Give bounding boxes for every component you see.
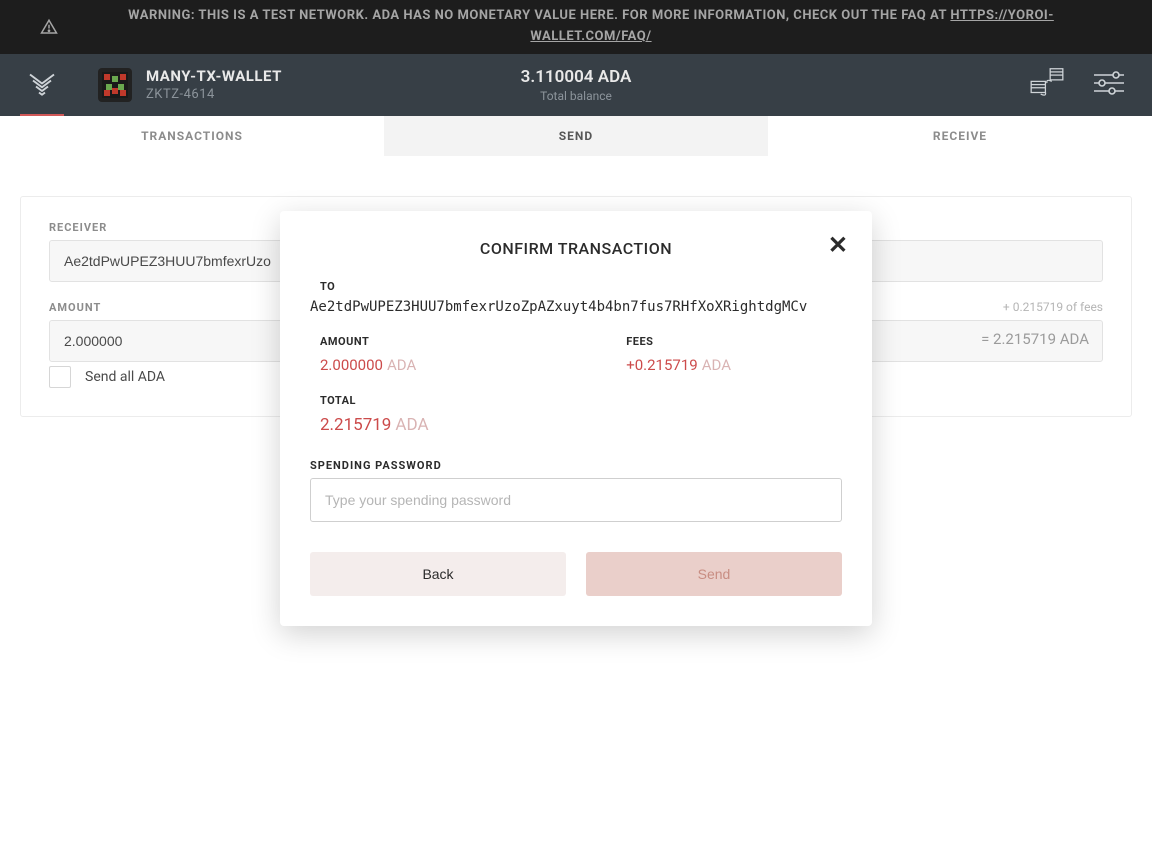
back-button[interactable]: Back bbox=[310, 552, 566, 596]
spending-password-input[interactable] bbox=[310, 478, 842, 522]
modal-total-number: 2.215719 bbox=[320, 415, 391, 435]
modal-backdrop: CONFIRM TRANSACTION ✕ TO Ae2tdPwUPEZ3HUU… bbox=[0, 0, 1152, 847]
modal-total-currency: ADA bbox=[395, 415, 428, 435]
confirm-transaction-modal: CONFIRM TRANSACTION ✕ TO Ae2tdPwUPEZ3HUU… bbox=[280, 211, 872, 626]
modal-to-value: Ae2tdPwUPEZ3HUU7bmfexrUzoZpAZxuyt4b4bn7f… bbox=[310, 299, 842, 315]
spending-password-label: SPENDING PASSWORD bbox=[310, 459, 842, 472]
modal-fees-value: +0.215719 ADA bbox=[626, 356, 731, 374]
modal-amount-value: 2.000000ADA bbox=[320, 356, 416, 374]
modal-amount-currency: ADA bbox=[387, 356, 416, 374]
modal-total-value: 2.215719ADA bbox=[320, 415, 842, 435]
modal-fees-number: +0.215719 bbox=[626, 356, 697, 374]
modal-amount-label: AMOUNT bbox=[320, 335, 416, 348]
close-icon[interactable]: ✕ bbox=[828, 233, 848, 257]
modal-fees-label: FEES bbox=[626, 335, 731, 348]
send-button[interactable]: Send bbox=[586, 552, 842, 596]
modal-title: CONFIRM TRANSACTION bbox=[310, 239, 842, 258]
modal-fees-currency: ADA bbox=[702, 356, 731, 374]
modal-amount-number: 2.000000 bbox=[320, 356, 383, 374]
modal-total-label: TOTAL bbox=[320, 394, 842, 407]
modal-to-label: TO bbox=[320, 280, 842, 293]
